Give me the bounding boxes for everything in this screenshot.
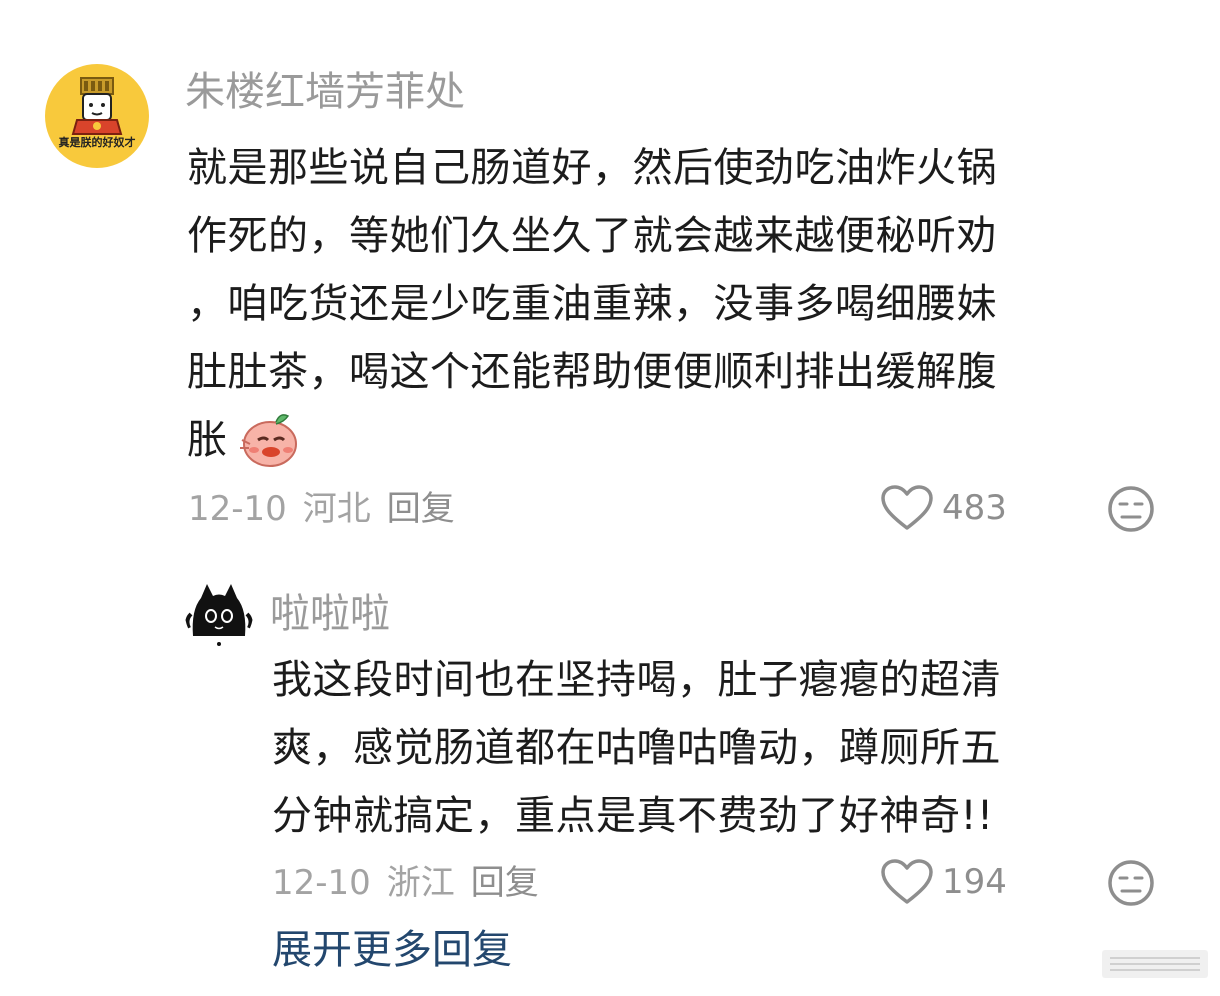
blushing-sprout-emoji-icon bbox=[239, 414, 297, 467]
reply-like-button[interactable]: 194 bbox=[880, 858, 1007, 906]
comment-date: 12-10 bbox=[188, 489, 287, 529]
comment-text: 就是那些说自己肠道好，然后使劲吃油炸火锅 作死的，等她们久坐久了就会越来越便秘听… bbox=[187, 134, 1147, 474]
avatar[interactable]: 真是朕的好奴才 bbox=[45, 64, 149, 168]
reply-date: 12-10 bbox=[272, 863, 371, 903]
comment-thread: 真是朕的好奴才 朱楼红墙芳菲处 就是那些说自己肠道好，然后使劲吃油炸火锅 作死的… bbox=[0, 0, 1220, 996]
black-cat-icon bbox=[185, 584, 253, 646]
reply-text-line: 爽，感觉肠道都在咕噜咕噜动，蹲厕所五 bbox=[272, 725, 1001, 771]
reply-avatar[interactable] bbox=[185, 580, 253, 648]
emperor-cartoon-icon bbox=[71, 77, 123, 135]
reply-reply-button[interactable]: 回复 bbox=[471, 863, 539, 903]
like-count: 483 bbox=[942, 488, 1007, 528]
reaction-button[interactable] bbox=[1106, 484, 1156, 538]
meh-face-icon bbox=[1108, 860, 1154, 906]
reply-reaction-button[interactable] bbox=[1106, 858, 1156, 912]
reply-text-line: 分钟就搞定，重点是真不费劲了好神奇!! bbox=[272, 793, 994, 839]
watermark-icon bbox=[1102, 950, 1208, 978]
heart-outline-icon bbox=[881, 485, 933, 530]
reply-meta: 12-10 浙江 回复 bbox=[272, 861, 555, 905]
reply-text-line: 我这段时间也在坚持喝，肚子瘪瘪的超清 bbox=[272, 657, 1001, 703]
like-button[interactable]: 483 bbox=[880, 484, 1007, 532]
reply-like-count: 194 bbox=[942, 862, 1007, 902]
comment-text-line: 胀 bbox=[187, 417, 228, 463]
expand-more-replies-link[interactable]: 展开更多回复 bbox=[272, 922, 512, 978]
avatar-badge-text: 真是朕的好奴才 bbox=[58, 136, 136, 149]
comment-text-line: ，咱吃货还是少吃重油重辣，没事多喝细腰妹 bbox=[187, 281, 997, 327]
comment-text-line: 就是那些说自己肠道好，然后使劲吃油炸火锅 bbox=[187, 145, 997, 191]
comment-text-line: 作死的，等她们久坐久了就会越来越便秘听劝 bbox=[187, 213, 997, 259]
reply-location: 浙江 bbox=[386, 863, 455, 903]
comment-text-line: 肚肚茶，喝这个还能帮助便便顺利排出缓解腹 bbox=[187, 349, 997, 395]
reply-username[interactable]: 啦啦啦 bbox=[270, 588, 390, 640]
reply-button[interactable]: 回复 bbox=[387, 489, 455, 529]
comment-username[interactable]: 朱楼红墙芳菲处 bbox=[185, 66, 465, 118]
comment-location: 河北 bbox=[302, 489, 371, 529]
comment-meta: 12-10 河北 回复 bbox=[188, 487, 471, 531]
meh-face-icon bbox=[1108, 486, 1154, 532]
reply-text: 我这段时间也在坚持喝，肚子瘪瘪的超清 爽，感觉肠道都在咕噜咕噜动，蹲厕所五 分钟… bbox=[272, 646, 1152, 850]
comment-text-last-line: 胀 bbox=[187, 406, 1147, 474]
heart-outline-icon bbox=[881, 859, 933, 904]
